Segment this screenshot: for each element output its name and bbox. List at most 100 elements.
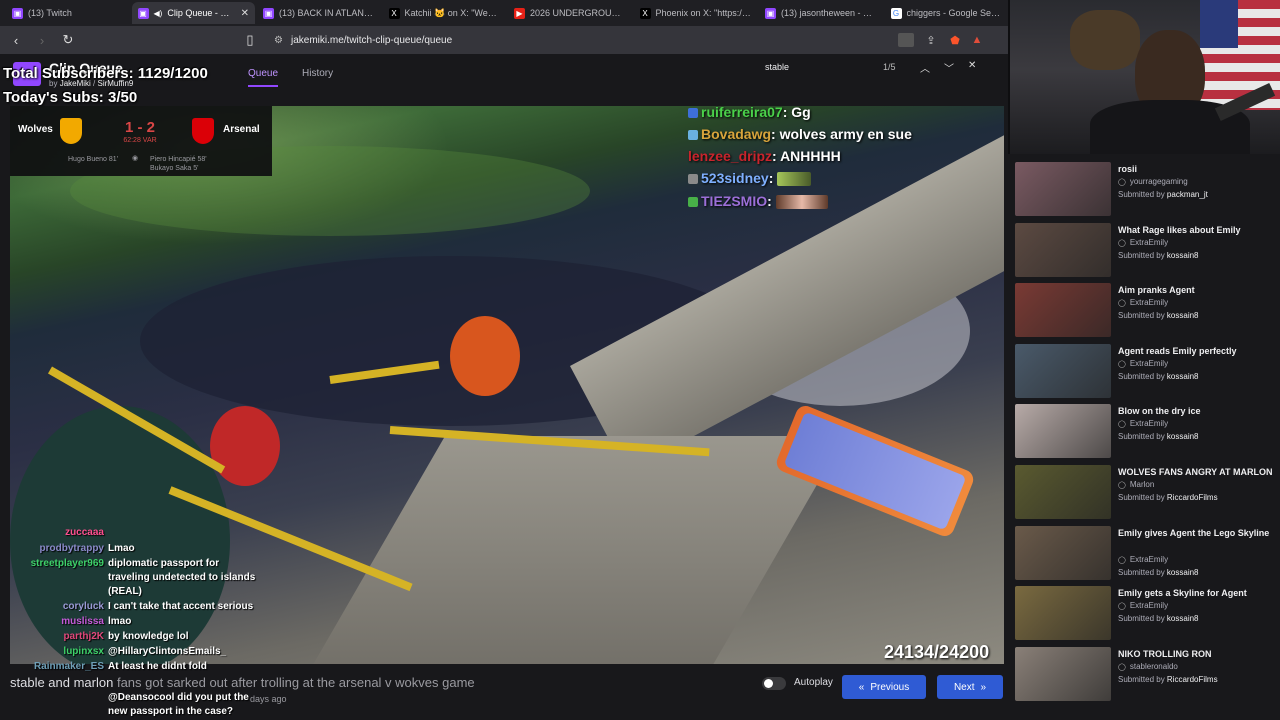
queue-thumbnail[interactable] bbox=[1015, 646, 1111, 701]
queue-thumbnail[interactable] bbox=[1015, 343, 1111, 398]
queue-item[interactable]: NIKO TROLLING RON ◯ stableronaldo Submitted… bbox=[1015, 645, 1277, 701]
queue-thumbnail[interactable] bbox=[1015, 404, 1111, 459]
find-previous-icon[interactable]: ︿ bbox=[920, 60, 930, 75]
wolves-crest-icon bbox=[60, 118, 82, 144]
channel-name: ExtraEmily bbox=[1129, 554, 1169, 564]
next-button[interactable]: Next » bbox=[937, 675, 1003, 699]
chat-message: 523sidney: bbox=[688, 170, 812, 187]
queue-thumbnail[interactable] bbox=[1015, 525, 1111, 580]
chat-username: zuccaaa bbox=[65, 527, 104, 538]
submitted-by-label: Submitted by bbox=[1118, 190, 1167, 199]
chat-text: traveling undetected to islands bbox=[108, 572, 256, 583]
queue-item-submitter: Submitted by RiccardoFilms bbox=[1118, 675, 1218, 684]
next-icon: » bbox=[980, 681, 987, 693]
chat-username: prodbytrappy bbox=[39, 543, 104, 554]
channel-icon: ◯ bbox=[1118, 603, 1126, 611]
channel-icon: ◯ bbox=[1118, 663, 1126, 671]
chat-text: : Gg bbox=[782, 104, 811, 120]
tab-queue[interactable]: Queue bbox=[248, 68, 279, 87]
queue-item[interactable]: Emily gives Agent the Lego Skyline ◯ Extra… bbox=[1015, 524, 1277, 580]
tab-favicon-icon: ▣ bbox=[765, 7, 776, 19]
match-score: 1 - 2 bbox=[124, 119, 155, 136]
chat-text: @HillaryClintonsEmails_ bbox=[108, 646, 227, 657]
chat-message: @Deansocool did you put the bbox=[8, 692, 249, 703]
reader-mode-icon[interactable] bbox=[898, 33, 914, 47]
back-arrow-icon[interactable]: ‹ bbox=[6, 30, 26, 50]
browser-tab[interactable]: ▣ ◀) Clip Queue - Open ✕ bbox=[131, 2, 255, 24]
tab-favicon-icon: ▶ bbox=[514, 7, 525, 19]
queue-item[interactable]: WOLVES FANS ANGRY AT MARLON ◯ Marlon Submit… bbox=[1015, 463, 1277, 519]
queue-thumbnail[interactable] bbox=[1015, 586, 1111, 641]
home-scorer: Hugo Bueno 81' bbox=[68, 156, 118, 163]
chat-message: TIEZSMIO: bbox=[688, 193, 828, 210]
tab-favicon-icon: ▣ bbox=[263, 7, 274, 19]
chat-username: lupinxsx bbox=[63, 646, 104, 657]
submitted-by-label: Submitted by bbox=[1118, 371, 1167, 381]
channel-name: yourragegaming bbox=[1129, 177, 1188, 186]
reload-icon[interactable]: ↻ bbox=[58, 30, 78, 50]
queue-thumbnail[interactable] bbox=[1015, 222, 1111, 277]
chat-username: lenzee_dripz bbox=[688, 148, 773, 164]
chat-emote-icon bbox=[777, 172, 812, 187]
queue-item-title: rosii bbox=[1118, 164, 1138, 174]
channel-icon: ◯ bbox=[1118, 482, 1126, 489]
find-input[interactable]: stable bbox=[765, 62, 789, 72]
browser-tab[interactable]: X Katchii 🐱 on X: "Went bla bbox=[383, 2, 507, 24]
chat-message: (REAL) bbox=[8, 586, 142, 597]
chat-username: 523sidney bbox=[701, 170, 769, 186]
share-icon[interactable]: ⇪ bbox=[922, 31, 940, 49]
queue-item[interactable]: Blow on the dry ice ◯ ExtraEmily Submitted … bbox=[1015, 402, 1277, 459]
url-field[interactable]: ⚙ jakemiki.me/twitch-clip-queue/queue bbox=[266, 29, 876, 51]
browser-tab[interactable]: X Phoenix on X: "https://t.co bbox=[634, 2, 758, 24]
queue-item-channel: ◯ Marlon bbox=[1118, 480, 1154, 489]
queue-thumbnail[interactable] bbox=[1015, 283, 1111, 338]
concrete-stairs bbox=[294, 436, 846, 664]
queue-item[interactable]: Emily gets a Skyline for Agent ◯ ExtraEmil… bbox=[1015, 584, 1277, 641]
bookmark-icon[interactable]: ▯ bbox=[240, 30, 260, 50]
site-settings-icon[interactable]: ⚙ bbox=[274, 35, 283, 46]
chat-username: TIEZSMIO bbox=[701, 193, 768, 209]
channel-name: Marlon bbox=[1129, 480, 1155, 489]
browser-tab[interactable]: ▣ (13) Twitch bbox=[6, 2, 130, 24]
chat-text: At least he didnt fold bbox=[108, 661, 207, 672]
autoplay-toggle[interactable] bbox=[762, 677, 786, 690]
url-text: jakemiki.me/twitch-clip-queue/queue bbox=[290, 34, 453, 46]
queue-thumbnail[interactable] bbox=[1015, 465, 1111, 519]
autoplay-label: Autoplay bbox=[794, 677, 833, 688]
chat-message: ruiferreira07: Gg bbox=[688, 104, 811, 120]
chat-username: coryluck bbox=[62, 601, 104, 612]
submitted-by-label: Submitted by bbox=[1118, 674, 1167, 684]
chat-message: Rainmaker_ES At least he didnt fold bbox=[8, 661, 207, 672]
tab-audio-icon[interactable]: ◀) bbox=[154, 9, 163, 18]
chat-username: ruiferreira07 bbox=[701, 104, 783, 120]
browser-tab[interactable]: Gchiggers - Google Search bbox=[885, 2, 1009, 24]
submitter-name: packman_jt bbox=[1166, 190, 1208, 199]
browser-tab[interactable]: ▣ (13) jasontheween - Twitc bbox=[759, 2, 883, 24]
queue-item[interactable]: rosii ◯ yourragegaming Submitted by packman… bbox=[1015, 160, 1277, 216]
chat-username: Bovadawg bbox=[701, 126, 772, 142]
previous-button[interactable]: « Previous bbox=[842, 675, 926, 699]
channel-icon: ◯ bbox=[1118, 239, 1126, 247]
tab-favicon-icon: G bbox=[890, 7, 902, 19]
find-close-icon[interactable]: ✕ bbox=[968, 60, 976, 71]
tab-close-icon[interactable]: ✕ bbox=[241, 8, 249, 19]
tab-history[interactable]: History bbox=[302, 68, 333, 79]
browser-tab[interactable]: ▣ (13) BACK IN ATLANTA + S bbox=[257, 2, 381, 24]
find-next-icon[interactable]: ﹀ bbox=[944, 60, 954, 75]
brave-rewards-icon[interactable]: ▲ bbox=[968, 31, 986, 49]
away-team: Arsenal bbox=[223, 124, 260, 135]
brave-shield-icon[interactable]: ⬟ bbox=[946, 31, 964, 49]
todays-subs-overlay: Today's Subs: 3/50 bbox=[3, 89, 138, 106]
chat-emote-icon bbox=[775, 195, 828, 210]
forward-arrow-icon[interactable]: › bbox=[32, 30, 52, 50]
queue-item[interactable]: Aim pranks Agent ◯ ExtraEmily Submitted by … bbox=[1015, 281, 1277, 338]
chat-message: new passport in the case? bbox=[8, 706, 233, 717]
submitter-name: kossain8 bbox=[1166, 614, 1199, 624]
queue-thumbnail[interactable] bbox=[1015, 162, 1111, 216]
queue-item[interactable]: What Rage likes about Emily ◯ ExtraEmily Su… bbox=[1015, 221, 1277, 277]
queue-item[interactable]: Agent reads Emily perfectly ◯ ExtraEmily Su… bbox=[1015, 342, 1277, 398]
browser-tab[interactable]: ▶ 2026 UNDERGROUND SOI bbox=[508, 2, 632, 24]
chat-message: lupinxsx @HillaryClintonsEmails_ bbox=[8, 646, 226, 657]
chat-text: diplomatic passport for bbox=[108, 558, 220, 569]
queue-item-title: What Rage likes about Emily bbox=[1118, 224, 1241, 235]
